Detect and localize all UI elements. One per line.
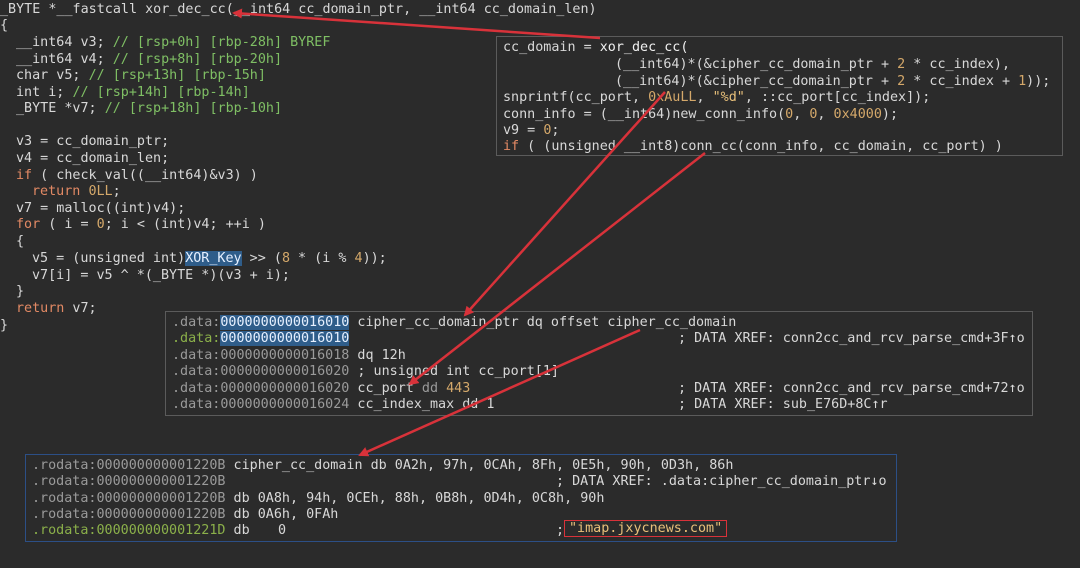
rodata-semicolon: ;: [556, 523, 565, 538]
decl-v7[interactable]: _BYTE *v7; // [rsp+18h] [rbp-10h]: [16, 100, 282, 117]
call-line-2[interactable]: (__int64)*(&cipher_cc_domain_ptr + 2 * c…: [615, 56, 1010, 73]
data-row-index-max[interactable]: .data:0000000000016024 cc_index_max dd 1: [172, 396, 495, 413]
decoded-domain-string: "imap.jxycnews.com": [564, 520, 728, 537]
stmt-v3[interactable]: v3 = cc_domain_ptr;: [16, 133, 169, 150]
brace-open: {: [0, 18, 9, 33]
rodata-xref[interactable]: ; DATA XREF: .data:cipher_cc_domain_ptr↓…: [556, 473, 887, 490]
data-segment-panel: .data:0000000000016010 cipher_cc_domain_…: [165, 311, 1033, 416]
call-site-panel: cc_domain = xor_dec_cc( (__int64)*(&ciph…: [496, 36, 1063, 156]
data-row-port-decl[interactable]: .data:0000000000016020 ; unsigned int cc…: [172, 363, 559, 380]
rodata-row-4[interactable]: .rodata:000000000001220B db 0A6h, 0FAh: [32, 506, 338, 523]
for-brace-close: }: [16, 284, 25, 299]
call-line-snprintf[interactable]: snprintf(cc_port, 0xAuLL, "%d", ::cc_por…: [503, 89, 930, 106]
brace-close: }: [0, 318, 9, 333]
decl-v3[interactable]: __int64 v3; // [rsp+0h] [rbp-28h] BYREF: [16, 34, 330, 51]
stmt-if[interactable]: if ( check_val((__int64)&v3) ): [16, 167, 258, 184]
xor-key-highlight[interactable]: XOR_Key: [185, 251, 242, 266]
stmt-malloc[interactable]: v7 = malloc((int)v4);: [16, 200, 185, 217]
stmt-for[interactable]: for ( i = 0; i < (int)v4; ++i ): [16, 216, 266, 233]
rodata-zero: 0: [278, 523, 287, 538]
rodata-row-1[interactable]: .rodata:000000000001220B cipher_cc_domai…: [32, 457, 733, 474]
call-line-v9[interactable]: v9 = 0;: [503, 122, 559, 139]
stmt-return-v7[interactable]: return v7;: [16, 300, 97, 317]
decl-v5[interactable]: char v5; // [rsp+13h] [rbp-15h]: [16, 67, 266, 84]
call-line-if-conn[interactable]: if ( (unsigned __int8)conn_cc(conn_info,…: [503, 138, 1003, 155]
call-line-conn-info[interactable]: conn_info = (__int64)new_conn_info(0, 0,…: [503, 106, 898, 123]
data-row-port[interactable]: .data:0000000000016020 cc_port dd 443: [172, 380, 470, 397]
data-xref-1[interactable]: ; DATA XREF: conn2cc_and_rcv_parse_cmd+3…: [678, 330, 1025, 347]
decoded-domain-box[interactable]: "imap.jxycnews.com": [564, 519, 728, 539]
for-brace-open: {: [16, 234, 25, 249]
rodata-row-2[interactable]: .rodata:000000000001220B: [32, 473, 225, 490]
data-row-len[interactable]: .data:0000000000016018 dq 12h: [172, 347, 406, 364]
data-xref-2[interactable]: ; DATA XREF: conn2cc_and_rcv_parse_cmd+7…: [678, 380, 1025, 397]
rodata-row-3[interactable]: .rodata:000000000001220B db 0A8h, 94h, 0…: [32, 490, 604, 507]
decl-i[interactable]: int i; // [rsp+14h] [rbp-14h]: [16, 84, 250, 101]
stmt-return-0[interactable]: return 0LL;: [32, 183, 121, 200]
stmt-v4[interactable]: v4 = cc_domain_len;: [16, 150, 169, 167]
rodata-segment-panel: .rodata:000000000001220B cipher_cc_domai…: [25, 454, 897, 542]
decl-v4[interactable]: __int64 v4; // [rsp+8h] [rbp-20h]: [16, 51, 282, 68]
function-signature[interactable]: _BYTE *__fastcall xor_dec_cc(__int64 cc_…: [0, 1, 597, 18]
stmt-v5[interactable]: v5 = (unsigned int)XOR_Key >> (8 * (i % …: [32, 250, 387, 267]
call-line-1[interactable]: cc_domain = xor_dec_cc(: [503, 39, 688, 56]
stmt-v7i[interactable]: v7[i] = v5 ^ *(_BYTE *)(v3 + i);: [32, 267, 290, 284]
data-xref-3[interactable]: ; DATA XREF: sub_E76D+8C↑r: [678, 396, 888, 413]
data-row-ptr-xref[interactable]: .data:0000000000016010: [172, 330, 350, 347]
rodata-row-5[interactable]: .rodata:000000000001221D db: [32, 522, 250, 539]
data-row-ptr[interactable]: .data:0000000000016010 cipher_cc_domain_…: [172, 314, 736, 331]
call-line-3[interactable]: (__int64)*(&cipher_cc_domain_ptr + 2 * c…: [615, 73, 1050, 90]
